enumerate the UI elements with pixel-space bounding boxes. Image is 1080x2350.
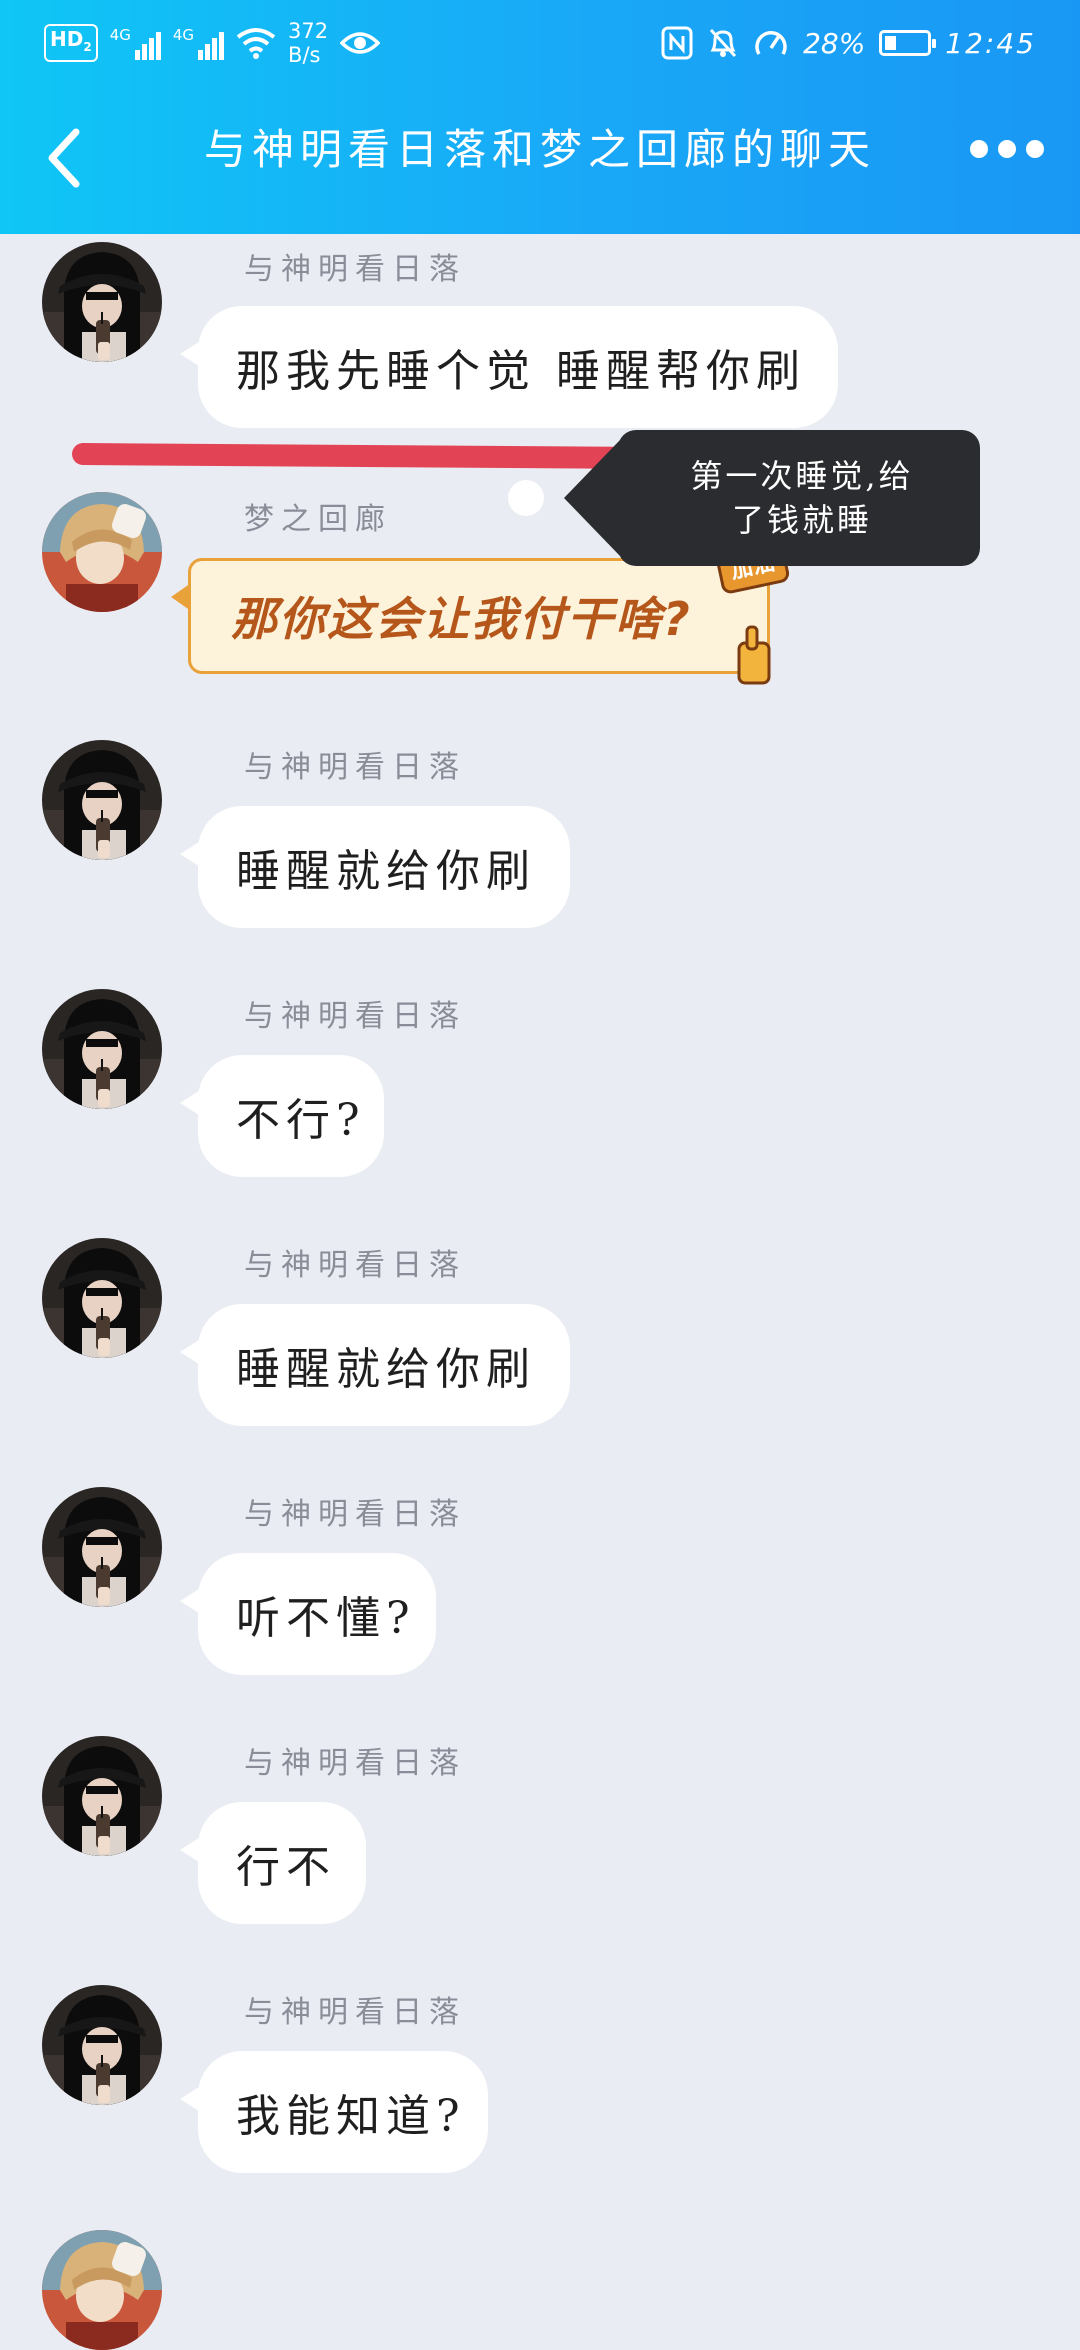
sender-name: 与神明看日落 bbox=[244, 1497, 466, 1532]
message-text: 听不懂? bbox=[236, 1593, 416, 1644]
hd-icon: HD2 bbox=[44, 24, 98, 62]
thumbs-hand-icon bbox=[737, 625, 771, 685]
sender-name: 与神明看日落 bbox=[244, 750, 466, 785]
signal-icon: 4G bbox=[110, 26, 161, 60]
avatar[interactable] bbox=[42, 2230, 162, 2350]
message-bubble[interactable]: 我能知道? bbox=[180, 2051, 488, 2173]
sticker-text: 那你这会让我付干啥? bbox=[231, 592, 692, 646]
sticker-message[interactable]: 那你这会让我付干啥? 加油 bbox=[171, 534, 790, 685]
sender-name: 与神明看日落 bbox=[244, 252, 466, 287]
sender-name: 与神明看日落 bbox=[244, 1248, 466, 1283]
message-bubble[interactable]: 听不懂? bbox=[180, 1553, 436, 1675]
avatar[interactable] bbox=[42, 242, 162, 362]
message-text: 不行? bbox=[236, 1095, 366, 1146]
network-speed: 372 B/s bbox=[288, 19, 329, 67]
back-button[interactable] bbox=[36, 118, 96, 198]
annotation-tooltip: 第一次睡觉,给 了钱就睡 bbox=[564, 430, 980, 566]
avatar[interactable] bbox=[42, 1736, 162, 1856]
wifi-icon bbox=[236, 28, 276, 59]
message-bubble[interactable]: 行不 bbox=[180, 1802, 366, 1924]
avatar[interactable] bbox=[42, 1238, 162, 1358]
sender-name: 梦之回廊 bbox=[244, 502, 392, 537]
tooltip-line: 第一次睡觉,给 bbox=[690, 457, 914, 495]
status-bar-right: 28% 12:45 bbox=[661, 18, 1036, 68]
performance-icon bbox=[755, 31, 787, 55]
nfc-icon bbox=[661, 26, 693, 60]
more-options-button[interactable] bbox=[970, 140, 1044, 158]
mute-bell-icon bbox=[709, 28, 737, 58]
message-text: 睡醒就给你刷 bbox=[236, 1344, 536, 1395]
avatar[interactable] bbox=[42, 740, 162, 860]
sender-name: 与神明看日落 bbox=[244, 1746, 466, 1781]
avatar[interactable] bbox=[42, 989, 162, 1109]
battery-icon bbox=[879, 30, 937, 56]
page-title: 与神明看日落和梦之回廊的聊天 bbox=[203, 125, 876, 174]
app-header: HD2 4G 4G 372 B/s 28% 12:45 与神明看日落和梦之回廊的… bbox=[0, 0, 1080, 234]
tooltip-line: 了钱就睡 bbox=[731, 501, 872, 539]
eye-icon bbox=[340, 32, 381, 54]
message-text: 我能知道? bbox=[236, 2091, 466, 2142]
message-bubble[interactable]: 睡醒就给你刷 bbox=[180, 806, 570, 928]
message-bubble[interactable]: 睡醒就给你刷 bbox=[180, 1304, 570, 1426]
more-dots-icon bbox=[970, 140, 988, 158]
clock: 12:45 bbox=[945, 26, 1036, 60]
sender-name: 与神明看日落 bbox=[244, 999, 466, 1034]
message-bubble[interactable]: 那我先睡个觉 睡醒帮你刷 bbox=[180, 306, 838, 428]
message-text: 睡醒就给你刷 bbox=[236, 846, 536, 897]
avatar[interactable] bbox=[42, 1985, 162, 2105]
status-bar-left: HD2 4G 4G 372 B/s bbox=[44, 18, 381, 68]
sender-name: 与神明看日落 bbox=[244, 1995, 466, 2030]
battery-percent: 28% bbox=[803, 26, 866, 60]
message-text: 那我先睡个觉 睡醒帮你刷 bbox=[236, 346, 806, 397]
message-text: 行不 bbox=[236, 1842, 336, 1893]
tooltip-marker-dot bbox=[508, 480, 544, 516]
avatar[interactable] bbox=[42, 1487, 162, 1607]
avatar[interactable] bbox=[42, 492, 162, 612]
signal-icon: 4G bbox=[173, 26, 225, 60]
message-bubble[interactable]: 不行? bbox=[180, 1055, 384, 1177]
